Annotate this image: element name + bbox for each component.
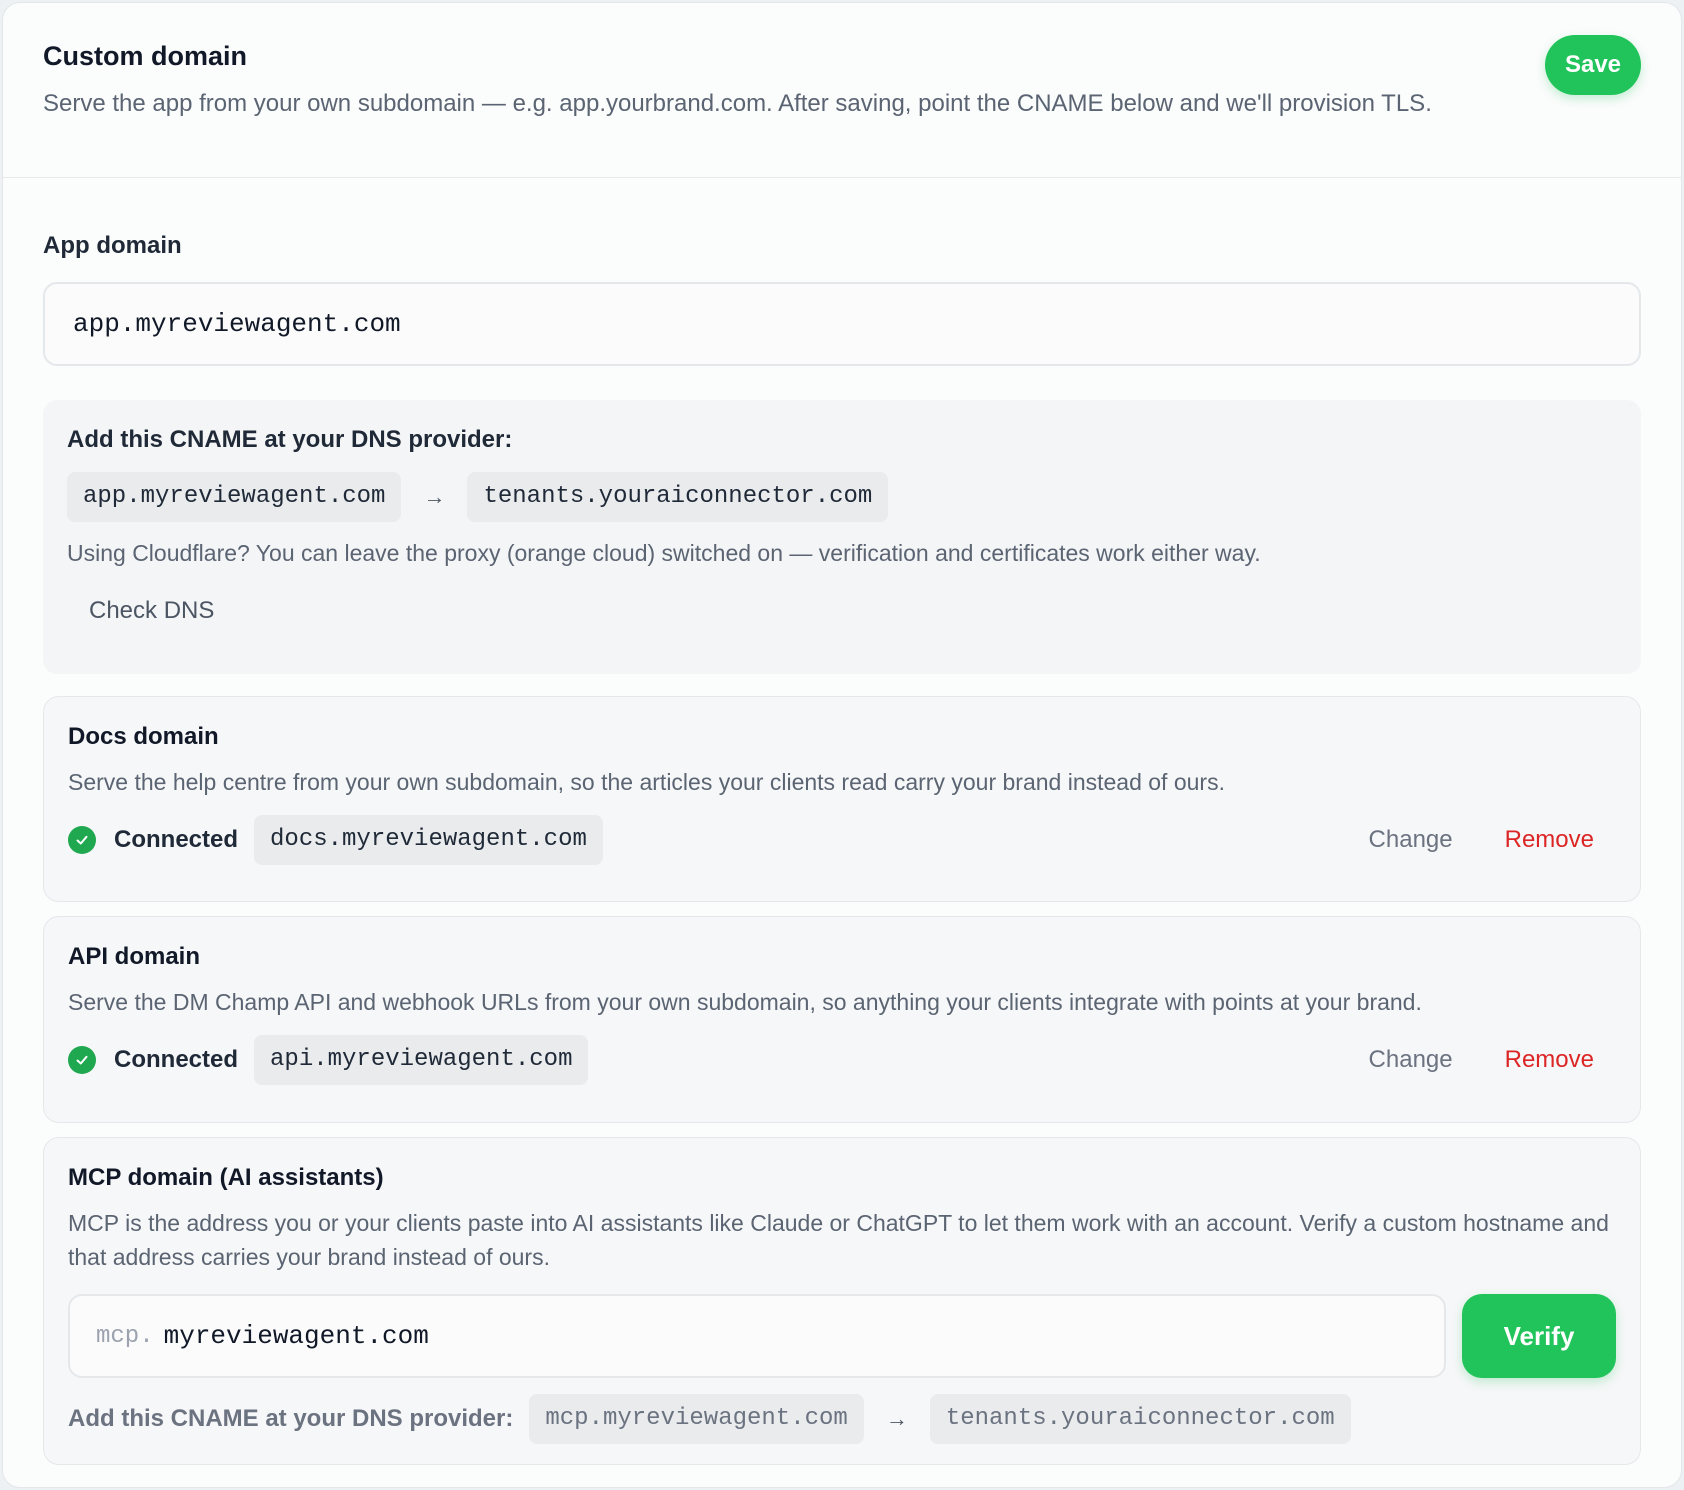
api-domain-description: Serve the DM Champ API and webhook URLs …	[68, 989, 1422, 1015]
api-change-button[interactable]: Change	[1369, 1046, 1453, 1074]
arrow-right-icon: →	[885, 1406, 908, 1431]
api-actions: Change Remove	[1317, 1046, 1616, 1074]
card-body: App domain app.myreviewagent.com Add thi…	[3, 232, 1681, 1465]
api-status-row: Connected api.myreviewagent.com Change R…	[68, 1035, 1616, 1085]
page-title: Custom domain	[43, 41, 248, 71]
check-circle-icon	[68, 826, 96, 854]
app-dns-title: Add this CNAME at your DNS provider:	[67, 426, 513, 453]
docs-status-label: Connected	[114, 826, 239, 853]
api-remove-button[interactable]: Remove	[1505, 1046, 1594, 1074]
app-cname-host: app.myreviewagent.com	[67, 472, 402, 522]
cloudflare-note: Using Cloudflare? You can leave the prox…	[67, 540, 1261, 566]
mcp-prefix: mcp.	[96, 1322, 154, 1350]
app-dns-instructions: Add this CNAME at your DNS provider: app…	[43, 400, 1641, 674]
mcp-domain-title: MCP domain (AI assistants)	[68, 1164, 384, 1191]
mcp-input-row: mcp. myreviewagent.com Verify	[68, 1294, 1616, 1378]
app-cname-row: app.myreviewagent.com → tenants.youraico…	[67, 472, 1617, 522]
page-subtitle: Serve the app from your own subdomain — …	[43, 90, 1432, 117]
docs-status-row: Connected docs.myreviewagent.com Change …	[68, 815, 1616, 865]
mcp-cname-target: tenants.youraiconnector.com	[929, 1394, 1351, 1444]
check-dns-button[interactable]: Check DNS	[89, 597, 214, 625]
app-domain-input[interactable]: app.myreviewagent.com	[43, 282, 1641, 366]
save-button[interactable]: Save	[1545, 35, 1641, 95]
check-circle-icon	[68, 1046, 96, 1074]
app-domain-label: App domain	[43, 232, 182, 259]
docs-domain-title: Docs domain	[68, 723, 219, 750]
api-status-label: Connected	[114, 1046, 239, 1073]
mcp-cname-row: Add this CNAME at your DNS provider: mcp…	[68, 1394, 1616, 1444]
docs-domain-section: Docs domain Serve the help centre from y…	[43, 696, 1641, 902]
verify-button[interactable]: Verify	[1462, 1294, 1616, 1378]
docs-domain-description: Serve the help centre from your own subd…	[68, 769, 1225, 795]
custom-domain-card: Custom domain Serve the app from your ow…	[2, 2, 1682, 1488]
docs-domain-value: docs.myreviewagent.com	[254, 815, 603, 865]
card-header: Custom domain Serve the app from your ow…	[3, 3, 1681, 178]
app-domain-value: app.myreviewagent.com	[73, 309, 401, 339]
mcp-domain-section: MCP domain (AI assistants) MCP is the ad…	[43, 1137, 1641, 1465]
app-cname-target: tenants.youraiconnector.com	[467, 472, 889, 522]
mcp-domain-value: myreviewagent.com	[163, 1321, 429, 1351]
docs-change-button[interactable]: Change	[1369, 826, 1453, 854]
docs-remove-button[interactable]: Remove	[1505, 826, 1594, 854]
mcp-dns-title: Add this CNAME at your DNS provider:	[68, 1405, 514, 1432]
mcp-domain-input[interactable]: mcp. myreviewagent.com	[68, 1294, 1446, 1378]
mcp-domain-description: MCP is the address you or your clients p…	[68, 1210, 1609, 1270]
mcp-cname-host: mcp.myreviewagent.com	[529, 1394, 864, 1444]
api-domain-value: api.myreviewagent.com	[254, 1035, 589, 1085]
arrow-right-icon: →	[423, 484, 446, 509]
api-domain-title: API domain	[68, 943, 201, 970]
docs-actions: Change Remove	[1317, 826, 1616, 854]
api-domain-section: API domain Serve the DM Champ API and we…	[43, 916, 1641, 1123]
